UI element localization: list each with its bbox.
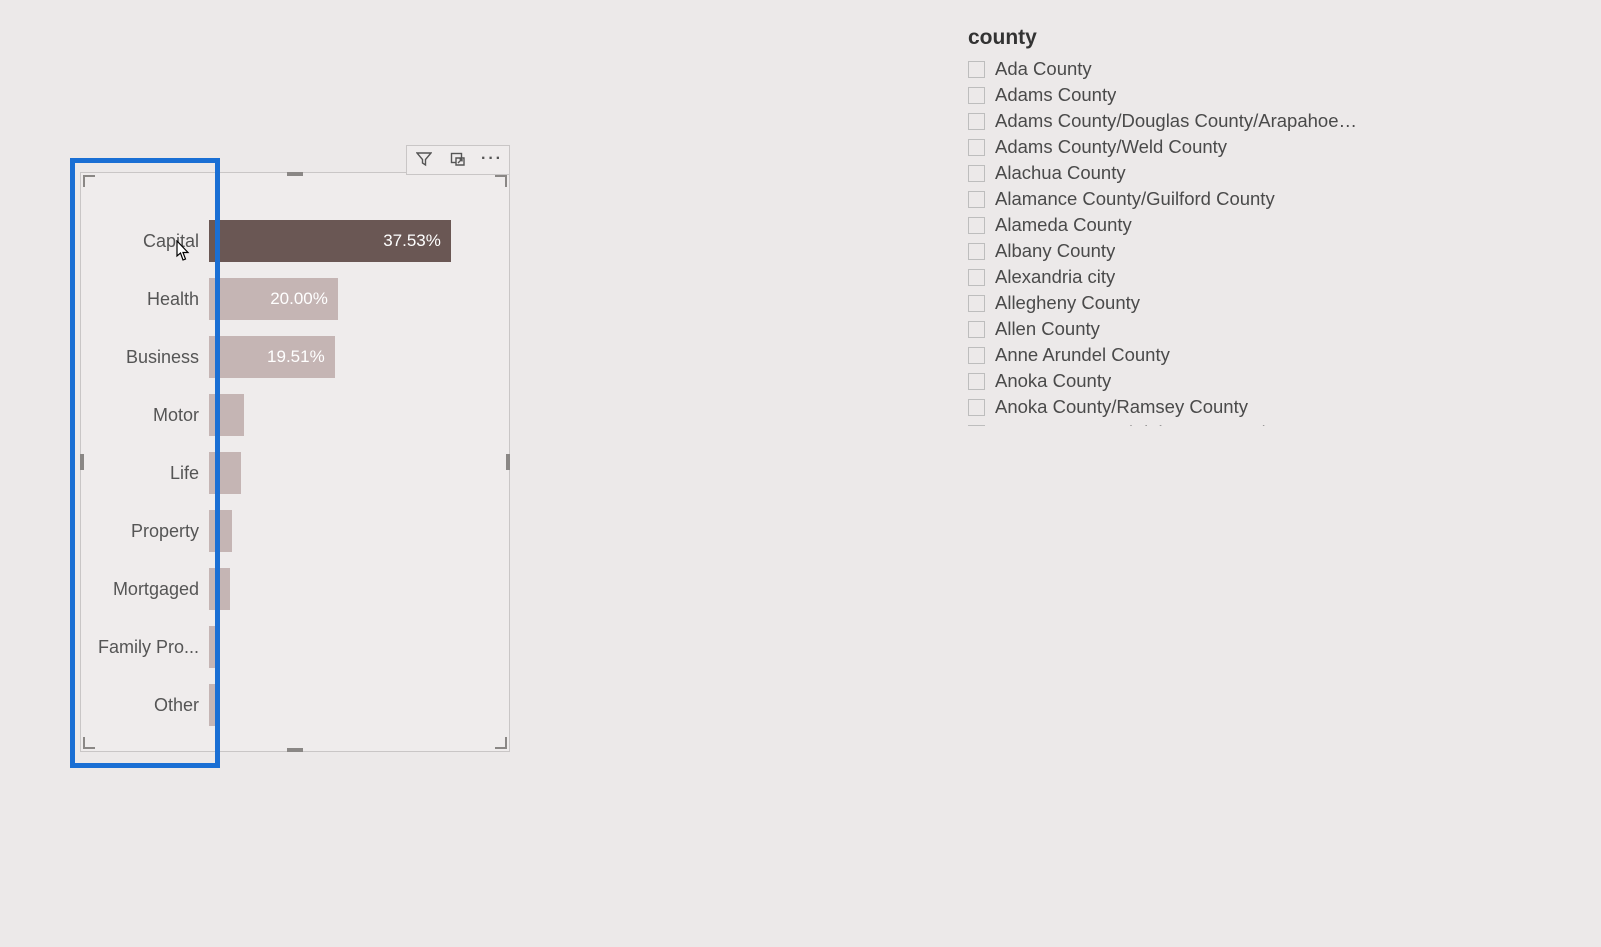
bar[interactable] xyxy=(209,452,241,494)
category-label: Health xyxy=(81,289,209,310)
slicer-item[interactable]: Alameda County xyxy=(968,212,1358,238)
resize-handle[interactable] xyxy=(287,748,303,752)
bar[interactable] xyxy=(209,510,232,552)
bar[interactable] xyxy=(209,684,219,726)
slicer-item[interactable]: Alachua County xyxy=(968,160,1358,186)
category-label: Life xyxy=(81,463,209,484)
checkbox-icon[interactable] xyxy=(968,139,985,156)
slicer-item[interactable]: Aransas County/Kleberg County/Nueces C..… xyxy=(968,420,1358,426)
bar[interactable] xyxy=(209,568,230,610)
chart-row[interactable]: Capital 37.53% xyxy=(81,219,501,263)
bar[interactable]: 37.53% xyxy=(209,220,451,262)
chart-visual-container: ··· Capital37.53%Health20.00%Business19.… xyxy=(80,172,510,752)
checkbox-icon[interactable] xyxy=(968,191,985,208)
slicer-item[interactable]: Allegheny County xyxy=(968,290,1358,316)
slicer-item-label: Anne Arundel County xyxy=(995,344,1170,366)
bar[interactable]: 19.51% xyxy=(209,336,335,378)
slicer-item-label: Aransas County/Kleberg County/Nueces C..… xyxy=(995,422,1358,426)
chart-row[interactable]: Mortgaged xyxy=(81,567,501,611)
slicer-item-label: Ada County xyxy=(995,58,1092,80)
bar[interactable]: 20.00% xyxy=(209,278,338,320)
chart-row[interactable]: Health 20.00% xyxy=(81,277,501,321)
category-label: Mortgaged xyxy=(81,579,209,600)
slicer-item[interactable]: Allen County xyxy=(968,316,1358,342)
checkbox-icon[interactable] xyxy=(968,165,985,182)
checkbox-icon[interactable] xyxy=(968,243,985,260)
slicer-item-label: Alamance County/Guilford County xyxy=(995,188,1275,210)
bar-chart-visual[interactable]: ··· Capital37.53%Health20.00%Business19.… xyxy=(80,172,510,752)
resize-handle[interactable] xyxy=(83,737,95,749)
resize-handle[interactable] xyxy=(287,172,303,176)
slicer-item[interactable]: Alexandria city xyxy=(968,264,1358,290)
resize-handle[interactable] xyxy=(495,175,507,187)
slicer-list[interactable]: Ada County Adams County Adams County/Dougl… xyxy=(968,56,1358,426)
slicer-item-label: Albany County xyxy=(995,240,1115,262)
chart-row[interactable]: Family Pro... xyxy=(81,625,501,669)
checkbox-icon[interactable] xyxy=(968,217,985,234)
checkbox-icon[interactable] xyxy=(968,87,985,104)
checkbox-icon[interactable] xyxy=(968,113,985,130)
data-label: 20.00% xyxy=(270,289,328,309)
category-label: Property xyxy=(81,521,209,542)
checkbox-icon[interactable] xyxy=(968,61,985,78)
slicer-item-label: Alexandria city xyxy=(995,266,1115,288)
filter-icon[interactable] xyxy=(407,146,441,172)
checkbox-icon[interactable] xyxy=(968,347,985,364)
slicer-item[interactable]: Adams County/Weld County xyxy=(968,134,1358,160)
slicer-item[interactable]: Ada County xyxy=(968,56,1358,82)
resize-handle[interactable] xyxy=(83,175,95,187)
slicer-item-label: Adams County/Douglas County/Arapahoe ... xyxy=(995,110,1358,132)
category-label: Motor xyxy=(81,405,209,426)
chart-row[interactable]: Property xyxy=(81,509,501,553)
focus-mode-icon[interactable] xyxy=(441,146,475,172)
category-label: Family Pro... xyxy=(81,637,209,658)
checkbox-icon[interactable] xyxy=(968,321,985,338)
slicer-item-label: Adams County/Weld County xyxy=(995,136,1227,158)
checkbox-icon[interactable] xyxy=(968,373,985,390)
data-label: 19.51% xyxy=(267,347,325,367)
checkbox-icon[interactable] xyxy=(968,425,985,427)
slicer-item[interactable]: Anne Arundel County xyxy=(968,342,1358,368)
slicer-title: county xyxy=(968,26,1358,50)
slicer-item-label: Allegheny County xyxy=(995,292,1140,314)
bar[interactable] xyxy=(209,394,244,436)
checkbox-icon[interactable] xyxy=(968,399,985,416)
slicer-item-label: Alachua County xyxy=(995,162,1126,184)
slicer-item-label: Anoka County/Ramsey County xyxy=(995,396,1248,418)
category-label: Capital xyxy=(81,231,209,252)
slicer-item[interactable]: Alamance County/Guilford County xyxy=(968,186,1358,212)
slicer-item-label: Allen County xyxy=(995,318,1100,340)
county-slicer[interactable]: county Ada County Adams County Adams Count… xyxy=(968,26,1358,426)
slicer-item-label: Adams County xyxy=(995,84,1116,106)
slicer-item-label: Alameda County xyxy=(995,214,1132,236)
slicer-item[interactable]: Adams County/Douglas County/Arapahoe ... xyxy=(968,108,1358,134)
checkbox-icon[interactable] xyxy=(968,295,985,312)
category-label: Other xyxy=(81,695,209,716)
chart-row[interactable]: Other xyxy=(81,683,501,727)
chart-row[interactable]: Life xyxy=(81,451,501,495)
bar[interactable] xyxy=(209,626,219,668)
slicer-item[interactable]: Anoka County/Ramsey County xyxy=(968,394,1358,420)
data-label: 37.53% xyxy=(383,231,441,251)
chart-row[interactable]: Motor xyxy=(81,393,501,437)
slicer-item-label: Anoka County xyxy=(995,370,1111,392)
checkbox-icon[interactable] xyxy=(968,269,985,286)
visual-toolbar: ··· xyxy=(406,145,510,175)
slicer-item[interactable]: Anoka County xyxy=(968,368,1358,394)
slicer-item[interactable]: Albany County xyxy=(968,238,1358,264)
chart-row[interactable]: Business 19.51% xyxy=(81,335,501,379)
slicer-item[interactable]: Adams County xyxy=(968,82,1358,108)
resize-handle[interactable] xyxy=(495,737,507,749)
category-label: Business xyxy=(81,347,209,368)
bar-chart-plot-area: Capital 37.53% Health 20.00% Business 19.51% M… xyxy=(81,215,509,731)
more-options-icon[interactable]: ··· xyxy=(475,146,509,172)
